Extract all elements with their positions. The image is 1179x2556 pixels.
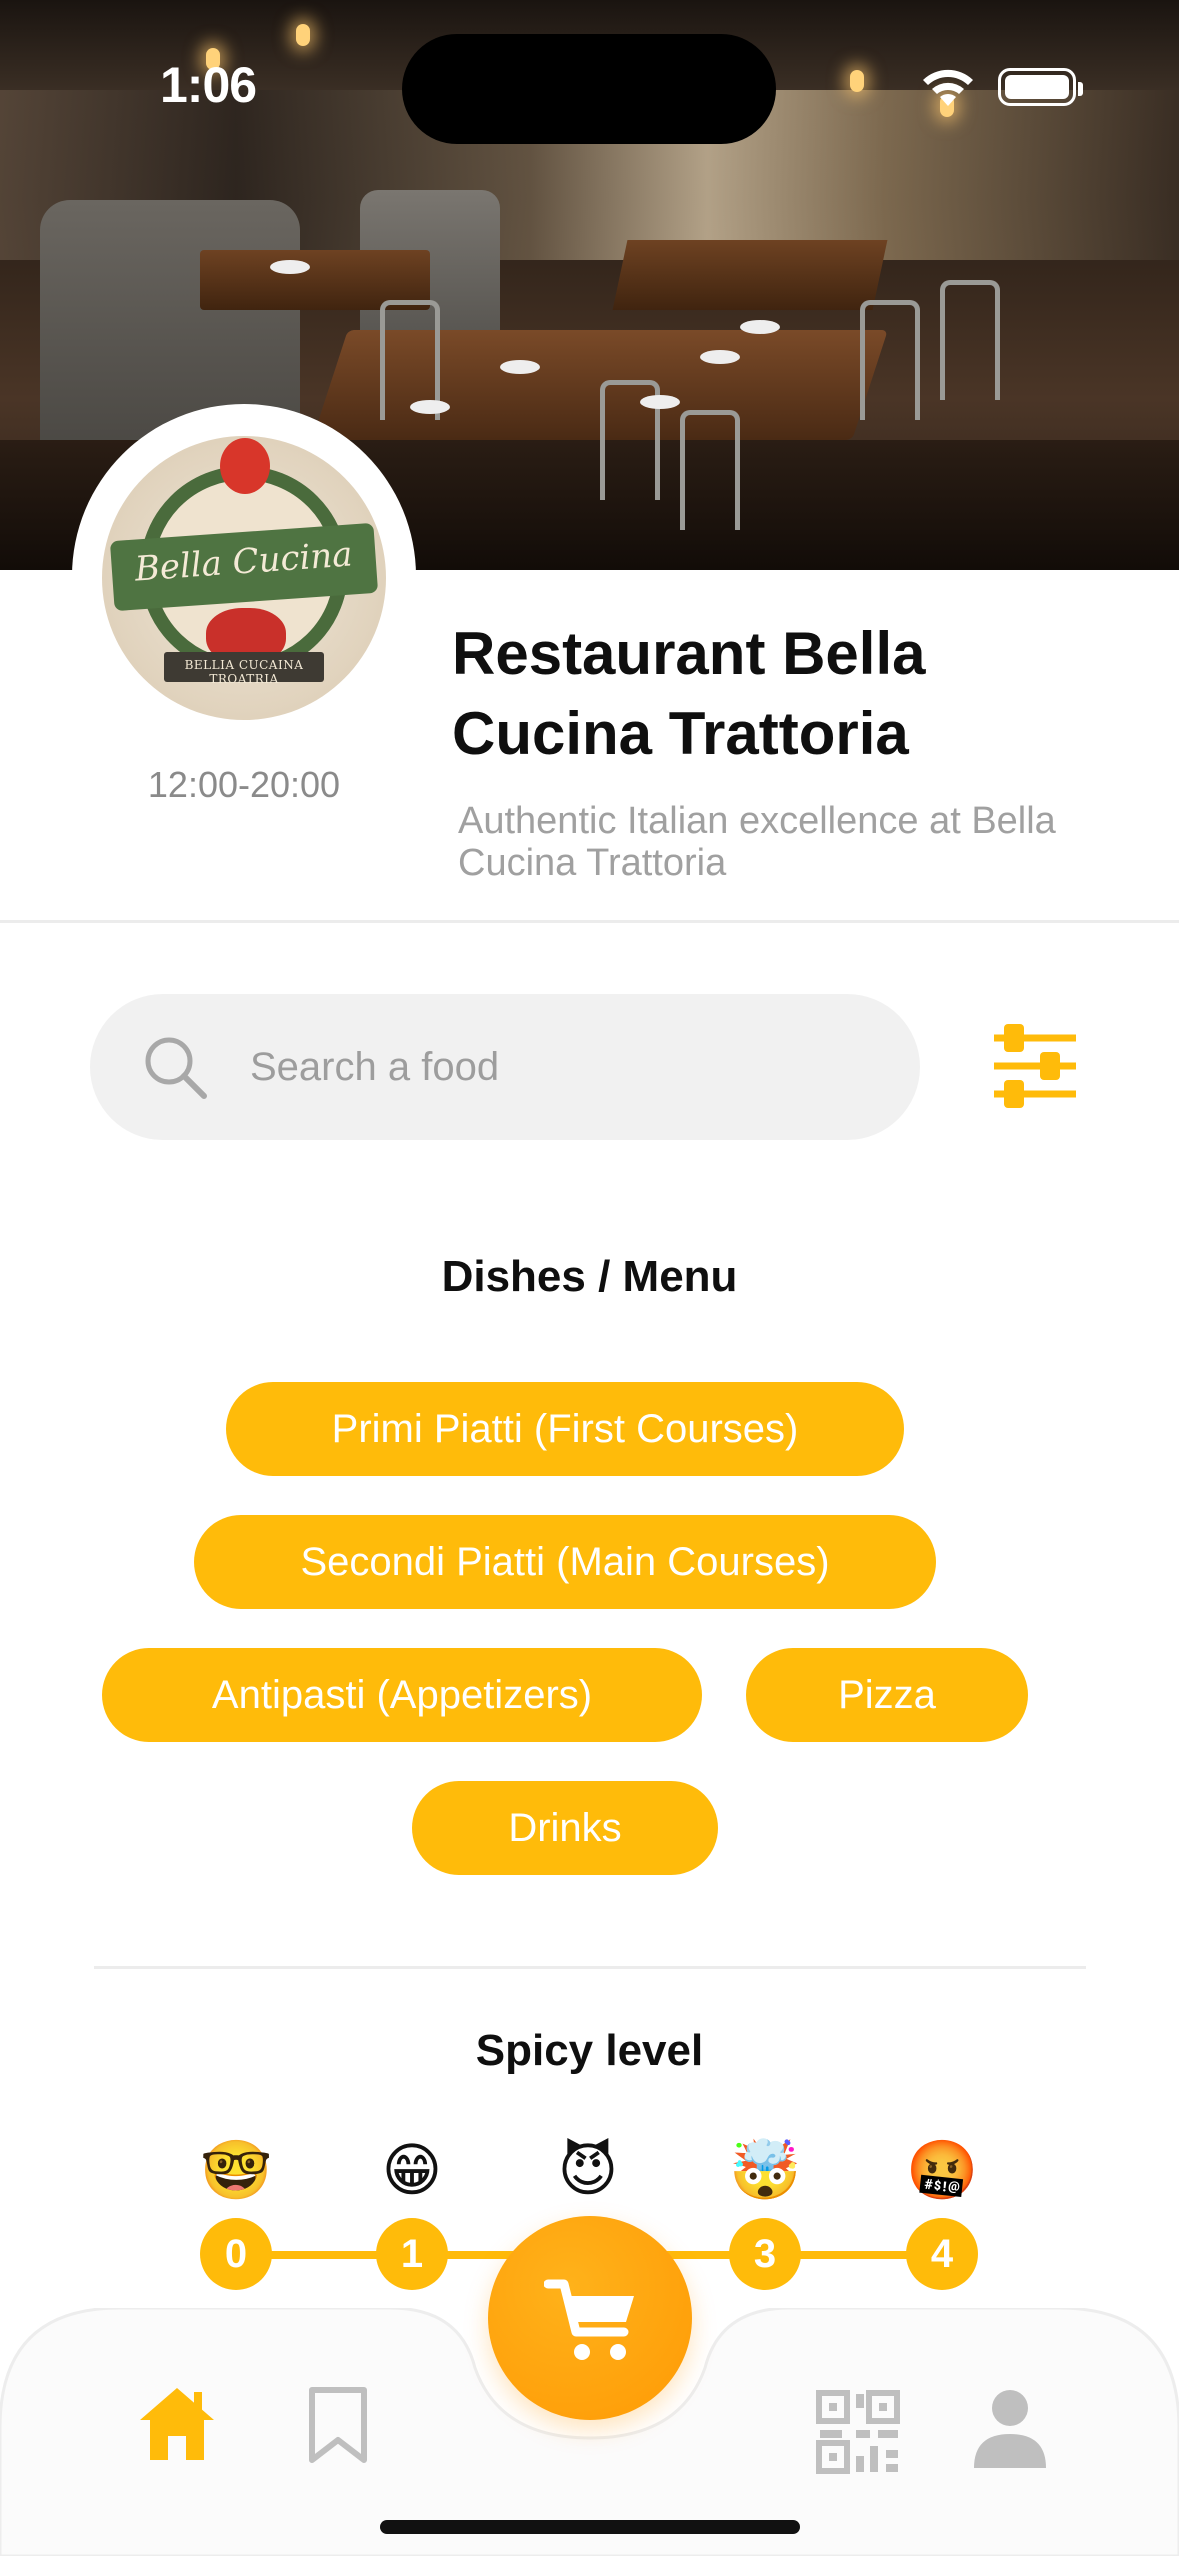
cart-icon — [544, 2279, 634, 2360]
category-chip-antipasti[interactable]: Antipasti (Appetizers) — [102, 1648, 702, 1742]
category-chip-drinks[interactable]: Drinks — [412, 1781, 718, 1875]
cursing-face-emoji: 🤬 — [906, 2136, 979, 2204]
spicy-level-4[interactable]: 4 — [906, 2218, 978, 2290]
category-chip-secondi-piatti[interactable]: Secondi Piatti (Main Courses) — [194, 1515, 936, 1609]
restaurant-name: Restaurant Bella Cucina Trattoria — [452, 620, 926, 767]
spicy-level-0[interactable]: 0 — [200, 2218, 272, 2290]
category-chip-pizza[interactable]: Pizza — [746, 1648, 1028, 1742]
spicy-level-1[interactable]: 1 — [376, 2218, 448, 2290]
divider — [0, 920, 1179, 923]
status-time: 1:06 — [160, 57, 257, 113]
home-icon[interactable] — [136, 2384, 218, 2464]
cart-button[interactable] — [488, 2216, 692, 2420]
battery-icon — [998, 68, 1083, 106]
spicy-section-title: Spicy level — [475, 2026, 704, 2075]
filter-sliders-icon[interactable] — [990, 1020, 1080, 1112]
wifi-icon — [923, 69, 973, 106]
search-input[interactable] — [250, 1034, 890, 1100]
logo-ribbon-text: BELLIA CUCAINA TROATRIA — [184, 658, 304, 686]
spicy-level-3[interactable]: 3 — [729, 2218, 801, 2290]
smiling-devil-emoji: 😈 — [557, 2136, 619, 2204]
dynamic-island — [402, 34, 776, 144]
opening-hours: 12:00-20:00 — [147, 764, 341, 805]
restaurant-logo: Bella Cucina BELLIA CUCAINA TROATRIA — [102, 436, 386, 720]
exploding-head-emoji: 🤯 — [729, 2136, 802, 2204]
restaurant-description: Authentic Italian excellence at Bella Cu… — [458, 800, 1056, 884]
nerd-face-emoji: 🤓 — [200, 2136, 273, 2204]
logo-text: Bella Cucina — [133, 534, 354, 590]
menu-section-title: Dishes / Menu — [441, 1252, 738, 1301]
category-chip-primi-piatti[interactable]: Primi Piatti (First Courses) — [226, 1382, 904, 1476]
bookmark-icon[interactable] — [306, 2386, 370, 2464]
divider — [94, 1966, 1086, 1969]
grinning-face-emoji: 😁 — [381, 2136, 443, 2204]
qr-code-icon[interactable] — [816, 2390, 900, 2474]
profile-icon[interactable] — [972, 2388, 1048, 2470]
search-icon — [145, 1037, 207, 1099]
home-indicator — [380, 2520, 800, 2534]
search-bar[interactable] — [90, 994, 920, 1140]
